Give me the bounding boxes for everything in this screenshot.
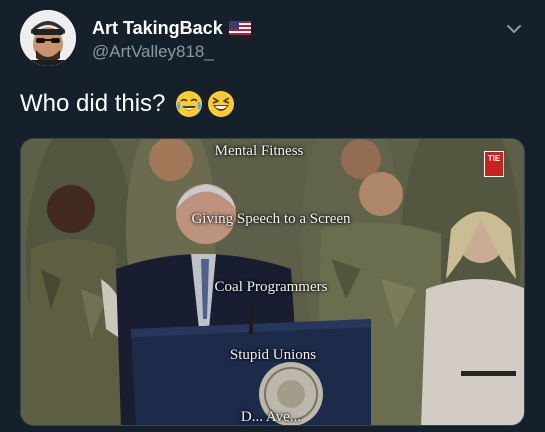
avatar[interactable] bbox=[20, 10, 76, 66]
video-media[interactable]: TIE Mental Fitness Giving Speech to a Sc… bbox=[20, 138, 525, 426]
us-flag-icon bbox=[228, 21, 251, 35]
video-caption: Giving Speech to a Screen bbox=[191, 211, 351, 227]
chevron-down-icon[interactable] bbox=[503, 18, 525, 40]
video-caption: D... Ave... bbox=[240, 409, 302, 425]
grinning-squinting-face-icon bbox=[207, 90, 235, 118]
face-with-tears-of-joy-icon bbox=[175, 90, 203, 118]
tweet-card: Art TakingBack @ArtValley818_ Who did th… bbox=[0, 0, 545, 432]
video-caption: Mental Fitness bbox=[214, 143, 304, 159]
video-caption: Coal Programmers bbox=[214, 279, 328, 295]
tweet-text: Who did this? bbox=[20, 90, 235, 118]
name-row: Art TakingBack bbox=[92, 16, 251, 40]
tweet-header: Art TakingBack @ArtValley818_ bbox=[20, 10, 525, 68]
video-caption: Stupid Unions bbox=[229, 347, 317, 363]
channel-logo: TIE bbox=[484, 151, 504, 177]
tweet-text-content: Who did this? bbox=[20, 90, 166, 117]
display-name[interactable]: Art TakingBack bbox=[92, 18, 223, 39]
user-handle[interactable]: @ArtValley818_ bbox=[92, 42, 214, 62]
